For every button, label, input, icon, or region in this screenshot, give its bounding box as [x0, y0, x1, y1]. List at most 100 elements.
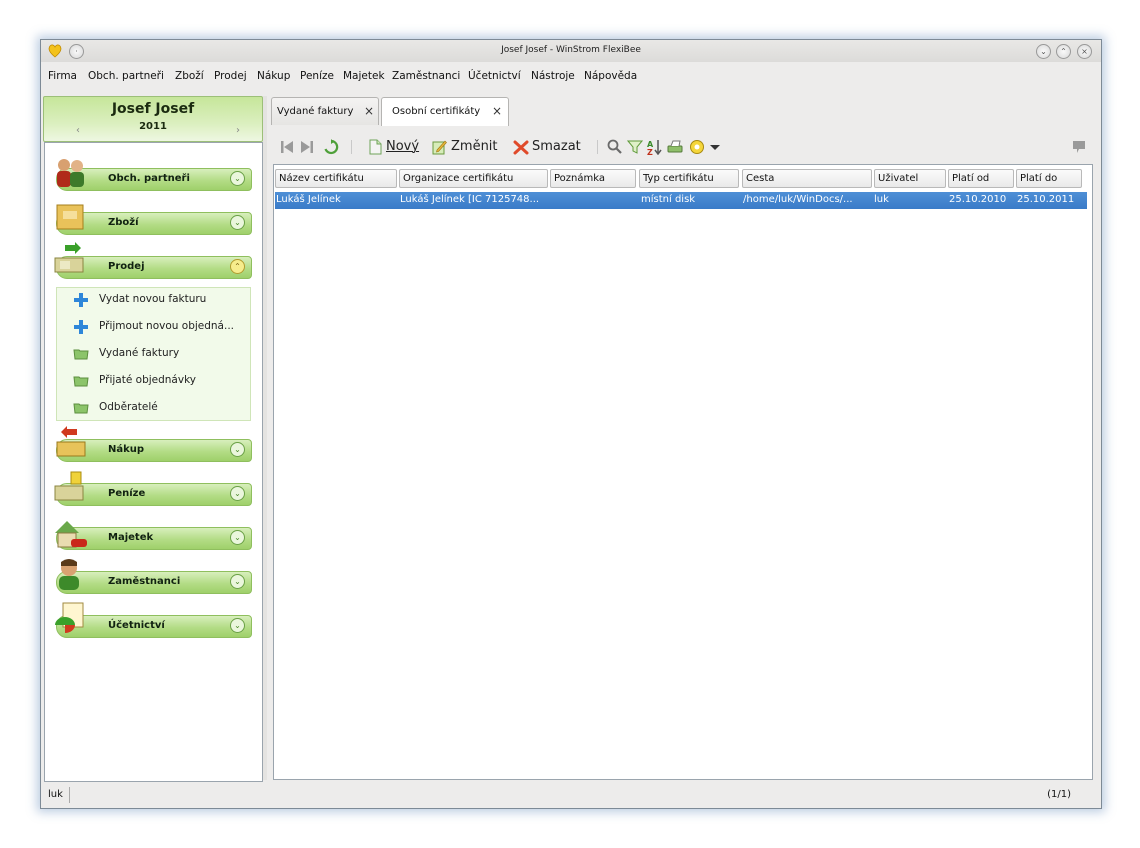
comment-icon[interactable] — [1071, 139, 1087, 155]
minimize-icon[interactable]: ⌄ — [1036, 44, 1051, 59]
toolbar-separator — [597, 140, 598, 154]
toolbar-separator — [351, 140, 352, 154]
cell-plati-od: 25.10.2010 — [949, 194, 1007, 205]
purchase-icon — [56, 426, 86, 457]
refresh-icon[interactable] — [323, 139, 339, 155]
menu-majetek[interactable]: Majetek — [343, 70, 385, 82]
edit-icon — [432, 140, 447, 155]
menu-zbozi[interactable]: Zboží — [175, 70, 204, 82]
edit-button[interactable]: Změnit — [431, 136, 503, 158]
cell-cesta: /home/luk/WinDocs/... — [743, 194, 853, 205]
folder-icon — [73, 376, 89, 387]
employees-icon — [59, 559, 79, 590]
company-name: Josef Josef — [111, 101, 195, 117]
expand-chevron-icon[interactable]: ⌄ — [230, 442, 245, 457]
column-header[interactable]: Název certifikátu — [275, 169, 397, 188]
close-icon[interactable]: × — [1077, 44, 1092, 59]
menu-penize[interactable]: Peníze — [300, 70, 334, 82]
new-button-label: Nový — [386, 139, 420, 154]
record-count: (1/1) — [1047, 789, 1071, 800]
property-icon — [55, 521, 87, 548]
panel-splitter[interactable] — [263, 96, 267, 780]
delete-button-label: Smazat — [532, 139, 581, 154]
company-header: Josef Josef 2011 ‹ › — [43, 96, 263, 142]
header-label: Cesta — [746, 173, 775, 184]
next-year-button[interactable]: › — [236, 125, 240, 136]
edit-button-label: Změnit — [451, 139, 498, 154]
expand-chevron-icon[interactable]: ⌄ — [230, 574, 245, 589]
group-label: Prodej — [108, 261, 145, 272]
expand-chevron-icon[interactable]: ⌄ — [230, 171, 245, 186]
tab-close-icon[interactable]: × — [364, 104, 374, 118]
last-record-icon[interactable] — [299, 139, 315, 155]
tab-vydane-faktury[interactable]: Vydané faktury × — [271, 97, 379, 125]
search-icon[interactable] — [607, 139, 623, 155]
expand-chevron-icon[interactable]: ⌄ — [230, 215, 245, 230]
column-header[interactable]: Platí od — [948, 169, 1014, 188]
menu-nastroje[interactable]: Nástroje — [531, 70, 575, 82]
collapse-chevron-icon[interactable]: ⌃ — [230, 259, 245, 274]
title-bar: · Josef Josef - WinStrom FlexiBee ⌄ ⌃ × — [41, 40, 1101, 62]
sales-customers[interactable]: Odběratelé — [99, 401, 158, 413]
tab-label: Vydané faktury — [277, 106, 354, 117]
cell-plati-do: 25.10.2011 — [1017, 194, 1075, 205]
folder-icon — [73, 349, 89, 360]
menu-prodej[interactable]: Prodej — [214, 70, 247, 82]
column-header[interactable]: Platí do — [1016, 169, 1082, 188]
menu-zamestnanci[interactable]: Zaměstnanci — [392, 70, 460, 82]
header-label: Poznámka — [554, 173, 605, 184]
menu-firma[interactable]: Firma — [48, 70, 77, 82]
group-label: Účetnictví — [108, 620, 165, 631]
expand-chevron-icon[interactable]: ⌄ — [230, 618, 245, 633]
new-button[interactable]: Nový — [367, 136, 423, 158]
column-header[interactable]: Organizace certifikátu — [399, 169, 548, 188]
goods-icon — [56, 204, 84, 230]
filter-icon[interactable] — [627, 139, 643, 155]
sales-received-orders[interactable]: Přijaté objednávky — [99, 374, 196, 386]
column-header[interactable]: Typ certifikátu — [639, 169, 739, 188]
group-label: Zaměstnanci — [108, 576, 181, 587]
print-icon[interactable] — [667, 139, 683, 155]
dropdown-arrow-icon[interactable] — [707, 139, 723, 155]
expand-chevron-icon[interactable]: ⌄ — [230, 486, 245, 501]
cell-nazev: Lukáš Jelínek — [276, 194, 341, 205]
add-icon — [74, 293, 88, 307]
sales-submenu: Vydat novou fakturu Přijmout novou objed… — [56, 287, 251, 421]
tab-close-icon[interactable]: × — [492, 104, 502, 118]
cell-typ: místní disk — [641, 194, 696, 205]
menu-obch-partneri[interactable]: Obch. partneři — [88, 70, 164, 82]
column-header[interactable]: Uživatel — [874, 169, 946, 188]
prev-year-button[interactable]: ‹ — [76, 125, 80, 136]
menu-nakup[interactable]: Nákup — [257, 70, 290, 82]
column-header[interactable]: Poznámka — [550, 169, 636, 188]
menu-napoveda[interactable]: Nápověda — [584, 70, 637, 82]
sort-icon[interactable]: A Z — [647, 139, 663, 155]
sales-issued-invoices[interactable]: Vydané faktury — [99, 347, 179, 359]
first-record-icon[interactable] — [279, 139, 295, 155]
status-separator — [69, 787, 70, 803]
maximize-icon[interactable]: ⌃ — [1056, 44, 1071, 59]
add-icon — [74, 320, 88, 334]
menu-ucetnictvi[interactable]: Účetnictví — [468, 70, 521, 82]
delete-button[interactable]: Smazat — [513, 136, 589, 158]
status-user: luk — [48, 789, 63, 800]
cell-uzivatel: luk — [874, 194, 889, 205]
column-header[interactable]: Cesta — [742, 169, 872, 188]
actions-icon[interactable] — [689, 139, 705, 155]
header-label: Platí do — [1020, 173, 1058, 184]
cell-organizace: Lukáš Jelínek [IČ 7125748... — [400, 194, 540, 205]
header-label: Typ certifikátu — [643, 173, 714, 184]
money-icon — [54, 471, 84, 501]
table-row[interactable]: Lukáš Jelínek Lukáš Jelínek [IČ 7125748.… — [275, 192, 1087, 209]
sales-new-order[interactable]: Přijmout novou objedná... — [99, 320, 234, 332]
delete-icon — [513, 140, 529, 155]
expand-chevron-icon[interactable]: ⌄ — [230, 530, 245, 545]
sales-icon — [54, 242, 84, 273]
group-label: Nákup — [108, 444, 145, 455]
group-label: Obch. partneři — [108, 173, 190, 184]
sales-new-invoice[interactable]: Vydat novou fakturu — [99, 293, 206, 305]
tab-label: Osobní certifikáty — [392, 106, 481, 117]
menu-bar: Firma Obch. partneři Zboží Prodej Nákup … — [41, 64, 1101, 86]
folder-icon — [73, 403, 89, 414]
tab-osobni-certifikaty[interactable]: Osobní certifikáty × — [381, 97, 509, 126]
